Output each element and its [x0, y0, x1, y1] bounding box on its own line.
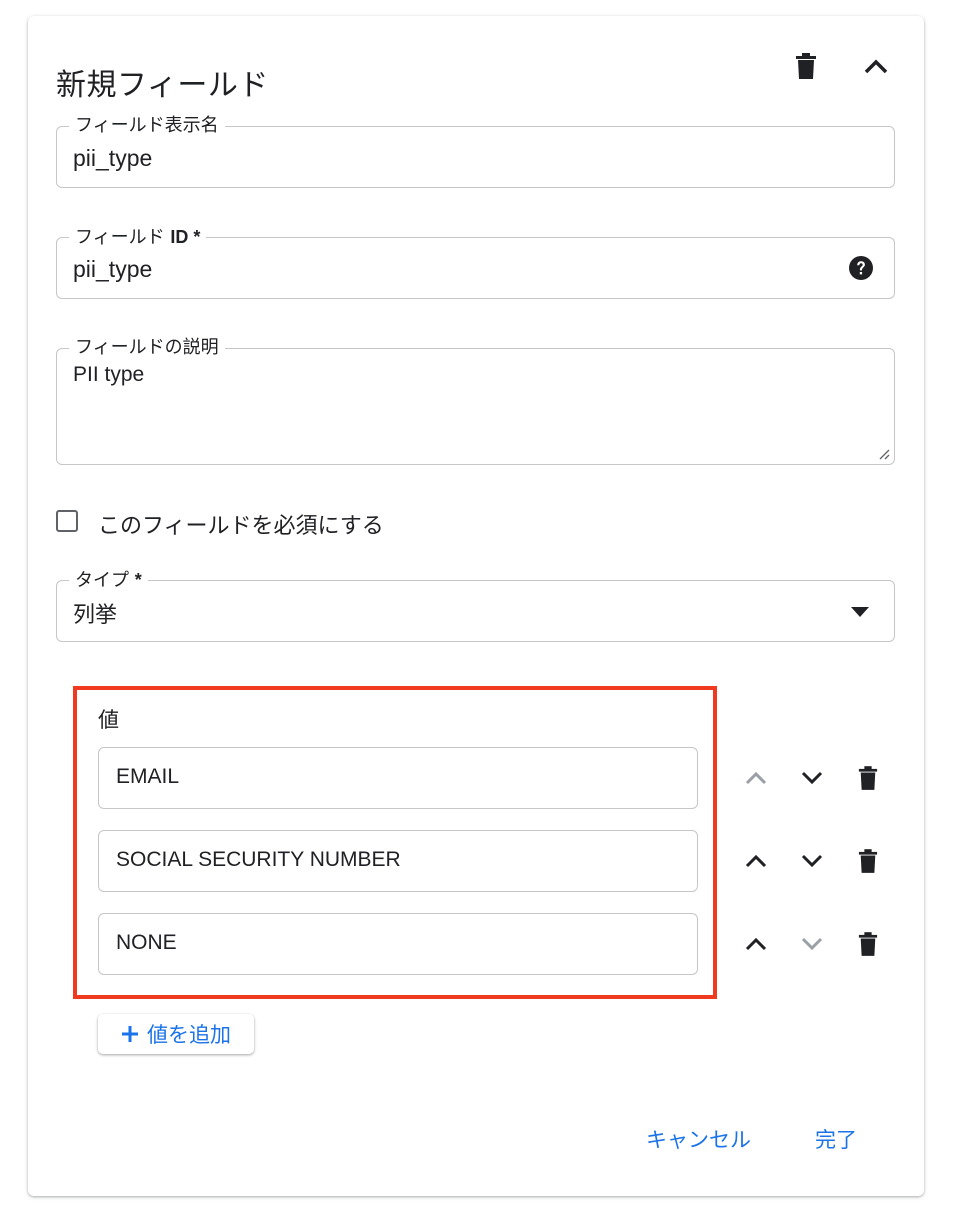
- display-name-value: pii_type: [73, 145, 153, 171]
- cancel-button[interactable]: キャンセル: [646, 1124, 751, 1154]
- move-up-button-ssn[interactable]: [739, 844, 773, 878]
- card-title: 新規フィールド: [56, 68, 269, 103]
- field-id-value: pii_type: [73, 256, 153, 282]
- delete-value-button-none[interactable]: [851, 927, 885, 961]
- delete-field-button[interactable]: [786, 46, 826, 86]
- add-value-label: 値を追加: [147, 1023, 231, 1047]
- description-value: PII type: [73, 363, 145, 386]
- trash-icon: [858, 849, 878, 873]
- values-title: 値: [98, 708, 119, 732]
- field-id-label: フィールド ID *: [69, 226, 207, 249]
- display-name-field[interactable]: フィールド表示名 pii_type: [56, 115, 895, 188]
- move-down-button-ssn[interactable]: [795, 844, 829, 878]
- collapse-button[interactable]: [856, 46, 896, 86]
- field-id-field[interactable]: フィールド ID * pii_type: [56, 226, 895, 299]
- description-field[interactable]: フィールドの説明 PII type: [56, 337, 895, 465]
- move-down-button-none[interactable]: [795, 927, 829, 961]
- type-label-text: タイプ: [75, 570, 129, 591]
- type-label: タイプ *: [69, 569, 148, 592]
- move-down-button-email[interactable]: [795, 761, 829, 795]
- display-name-label: フィールド表示名: [69, 115, 225, 137]
- type-value: 列挙: [73, 603, 118, 628]
- move-up-button-none[interactable]: [739, 927, 773, 961]
- value-text: EMAIL: [116, 765, 180, 788]
- value-input-none[interactable]: NONE: [98, 913, 698, 975]
- type-label-required: *: [134, 570, 142, 590]
- trash-icon: [858, 932, 878, 956]
- plus-icon: [122, 1026, 138, 1042]
- done-button[interactable]: 完了: [815, 1124, 857, 1154]
- field-id-help-button[interactable]: [848, 255, 874, 281]
- description-label: フィールドの説明: [69, 337, 225, 359]
- chevron-up-icon: [745, 937, 767, 951]
- value-text: SOCIAL SECURITY NUMBER: [116, 848, 401, 871]
- value-input-email[interactable]: EMAIL: [98, 747, 698, 809]
- delete-value-button-ssn[interactable]: [851, 844, 885, 878]
- chevron-down-icon: [801, 854, 823, 868]
- field-id-label-text: フィールド: [75, 227, 165, 248]
- type-select[interactable]: タイプ * 列挙: [56, 569, 895, 642]
- help-circle-icon: [849, 256, 873, 280]
- chevron-down-icon: [801, 771, 823, 785]
- caret-down-icon: [851, 607, 869, 617]
- trash-icon: [858, 766, 878, 790]
- delete-value-button-email[interactable]: [851, 761, 885, 795]
- chevron-down-icon: [801, 937, 823, 951]
- chevron-up-icon: [745, 771, 767, 785]
- move-up-button-email[interactable]: [739, 761, 773, 795]
- value-input-ssn[interactable]: SOCIAL SECURITY NUMBER: [98, 830, 698, 892]
- required-checkbox-label: このフィールドを必須にする: [98, 514, 384, 539]
- value-text: NONE: [116, 931, 177, 954]
- chevron-up-icon: [745, 854, 767, 868]
- add-value-button[interactable]: 値を追加: [98, 1014, 254, 1054]
- field-id-label-required: ID *: [170, 227, 201, 247]
- required-checkbox[interactable]: [56, 510, 78, 532]
- trash-icon: [796, 53, 816, 79]
- chevron-up-icon: [864, 59, 888, 74]
- resize-handle-icon[interactable]: [878, 448, 890, 460]
